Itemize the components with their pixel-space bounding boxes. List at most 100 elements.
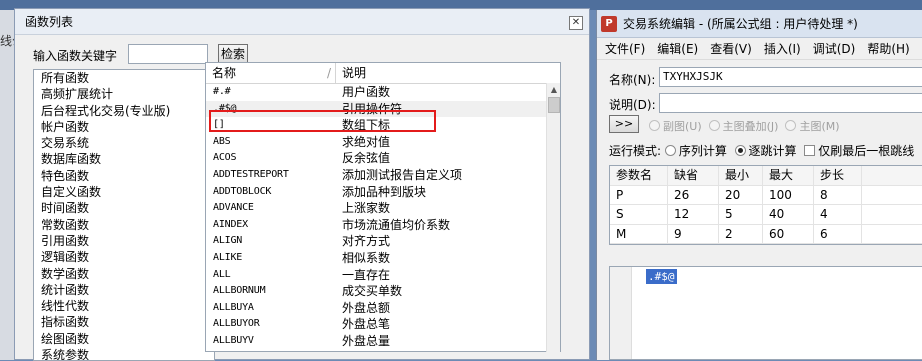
menu-item[interactable]: 查看(V) <box>710 40 752 57</box>
param-cell[interactable]: 4 <box>814 205 862 224</box>
parameter-table: 参数名 缺省 最小 最大 步长 P 26 20 100 8 S 12 5 40 4 M 9 2 60 6 <box>609 165 922 245</box>
table-row[interactable]: ALLBUYA 外盘总额 <box>206 300 560 317</box>
table-row[interactable]: ALIKE 相似系数 <box>206 250 560 267</box>
highlight-annotation-box <box>209 110 436 132</box>
dialog-titlebar[interactable]: 函数列表 <box>15 9 589 35</box>
function-name: ADVANCE <box>213 202 254 214</box>
radio-main-chart[interactable]: 主图(M) <box>785 120 840 133</box>
table-row[interactable]: ALLBORNUM 成交买单数 <box>206 283 560 300</box>
function-name: ALL <box>213 268 231 280</box>
param-cell[interactable]: M <box>610 224 668 243</box>
function-desc: 外盘总笔 <box>342 317 391 332</box>
scroll-up-icon[interactable]: ▲ <box>547 83 561 97</box>
menu-item[interactable]: 编辑(E) <box>657 40 698 57</box>
function-name: ALLBORNUM <box>213 285 266 297</box>
code-editor[interactable]: .#$@ <box>609 266 922 360</box>
table-row[interactable]: ALL 一直存在 <box>206 267 560 284</box>
function-desc: 相似系数 <box>342 250 391 265</box>
function-name: ALLOWREPEAT <box>206 350 336 352</box>
param-filler <box>862 225 922 244</box>
table-row[interactable]: AINDEX 市场流通值均价系数 <box>206 217 560 234</box>
param-cell[interactable]: 100 <box>763 185 814 204</box>
editor-gutter <box>610 267 632 359</box>
function-desc: 添加测试报告自定义项 <box>342 167 463 182</box>
param-cell[interactable]: 40 <box>763 205 814 224</box>
param-row[interactable]: S 12 5 40 4 <box>610 205 922 225</box>
category-item[interactable]: 帐户函数 <box>34 119 214 135</box>
param-cell[interactable]: 2 <box>719 224 763 243</box>
keyword-input[interactable] <box>128 44 208 64</box>
category-list[interactable]: 所有函数 高频扩展统计 后台程式化交易(专业版) 帐户函数 交易系统 数据库函数 特色函数自… <box>33 69 215 361</box>
run-mode-row: 运行模式: 序列计算 逐跳计算 仅刷最后一根跳线 <box>609 142 914 159</box>
table-row[interactable]: ADDTESTREPORT 添加测试报告自定义项 <box>206 167 560 184</box>
param-cell[interactable]: 8 <box>814 185 862 204</box>
radio-subchart[interactable]: 副图(U) <box>649 120 702 133</box>
param-cell[interactable]: 9 <box>668 224 719 243</box>
category-item[interactable]: 引用函数 <box>34 233 214 249</box>
function-name: #.# <box>213 86 231 97</box>
column-header-name[interactable]: 名称 / <box>206 63 336 83</box>
function-name: ACOS <box>213 152 237 164</box>
menu-item[interactable]: 帮助(H) <box>867 40 909 57</box>
category-item[interactable]: 交易系统 <box>34 135 214 151</box>
category-item[interactable]: 后台程式化交易(专业版) <box>34 103 214 119</box>
param-header-cell: 参数名 <box>610 166 668 185</box>
category-item[interactable]: 时间函数 <box>34 200 214 216</box>
category-item[interactable]: 指标函数 <box>34 314 214 330</box>
table-row[interactable]: ALLOWREPEAT允许重复指令 <box>206 350 560 352</box>
expand-button[interactable]: >> <box>609 115 639 133</box>
last-bar-checkbox[interactable]: 仅刷最后一根跳线 <box>804 144 914 158</box>
table-row[interactable]: ADDTOBLOCK 添加品种到版块 <box>206 184 560 201</box>
function-desc: 市场流通值均价系数 <box>342 217 451 232</box>
param-cell[interactable]: S <box>610 205 668 224</box>
category-item[interactable]: 特色函数 <box>34 168 214 184</box>
column-header-desc[interactable]: 说明 <box>336 63 366 83</box>
scroll-thumb[interactable] <box>548 97 560 113</box>
radio-main-overlay[interactable]: 主图叠加(J) <box>708 120 778 133</box>
param-cell[interactable]: 20 <box>719 185 763 204</box>
desc-input[interactable] <box>659 93 922 113</box>
dialog-title: 函数列表 <box>25 15 74 29</box>
param-cell[interactable]: 12 <box>668 205 719 224</box>
param-cell[interactable]: 5 <box>719 205 763 224</box>
table-row[interactable]: ALLBUYOR 外盘总笔 <box>206 316 560 333</box>
param-cell[interactable]: P <box>610 185 668 204</box>
category-item[interactable]: 数学函数 <box>34 266 214 282</box>
category-item[interactable]: 系统参数 <box>34 347 214 360</box>
category-item[interactable]: 常数函数 <box>34 217 214 233</box>
param-row[interactable]: P 26 20 100 8 <box>610 185 922 205</box>
menu-item[interactable]: 调试(D) <box>813 40 856 57</box>
radio-sequence[interactable]: 序列计算 <box>664 144 727 158</box>
table-row[interactable]: ALIGN 对齐方式 <box>206 233 560 250</box>
category-item[interactable]: 统计函数 <box>34 282 214 298</box>
selected-code-text[interactable]: .#$@ <box>646 269 677 284</box>
close-icon[interactable]: ✕ <box>569 16 583 30</box>
category-item[interactable]: 线性代数 <box>34 298 214 314</box>
param-cell[interactable]: 26 <box>668 185 719 204</box>
table-row[interactable]: ACOS 反余弦值 <box>206 150 560 167</box>
function-name: ALLBUYV <box>213 334 254 346</box>
category-item[interactable]: 自定义函数 <box>34 184 214 200</box>
category-item[interactable]: 所有函数 <box>34 70 214 86</box>
chart-type-options[interactable]: 副图(U) 主图叠加(J) 主图(M) <box>649 118 840 134</box>
table-scrollbar[interactable]: ▲ <box>546 83 560 352</box>
editor-titlebar[interactable]: P 交易系统编辑 - (所属公式组 : 用户待处理 *) <box>597 10 922 38</box>
name-input[interactable]: TXYHXJSJK <box>659 67 922 87</box>
table-row[interactable]: ALLBUYV 外盘总量 <box>206 333 560 350</box>
radio-tick[interactable]: 逐跳计算 <box>734 144 797 158</box>
menu-item[interactable]: 插入(I) <box>764 40 801 57</box>
param-cell[interactable]: 60 <box>763 224 814 243</box>
category-item[interactable]: 高频扩展统计 <box>34 86 214 102</box>
function-desc: 对齐方式 <box>342 234 391 249</box>
category-item[interactable]: 数据库函数 <box>34 151 214 167</box>
menu-item[interactable]: 文件(F) <box>605 40 645 57</box>
menu-bar: 文件(F) 编辑(E) 查看(V) 插入(I) 调试(D) 帮助(H) <box>597 38 922 60</box>
param-cell[interactable]: 6 <box>814 224 862 243</box>
category-item[interactable]: 逻辑函数 <box>34 249 214 265</box>
table-row[interactable]: ABS 求绝对值 <box>206 134 560 151</box>
function-desc: 成交买单数 <box>342 284 403 299</box>
table-row[interactable]: ADVANCE 上涨家数 <box>206 200 560 217</box>
table-row[interactable]: #.# 用户函数 <box>206 84 560 101</box>
category-item[interactable]: 绘图函数 <box>34 331 214 347</box>
param-row[interactable]: M 9 2 60 6 <box>610 224 922 244</box>
